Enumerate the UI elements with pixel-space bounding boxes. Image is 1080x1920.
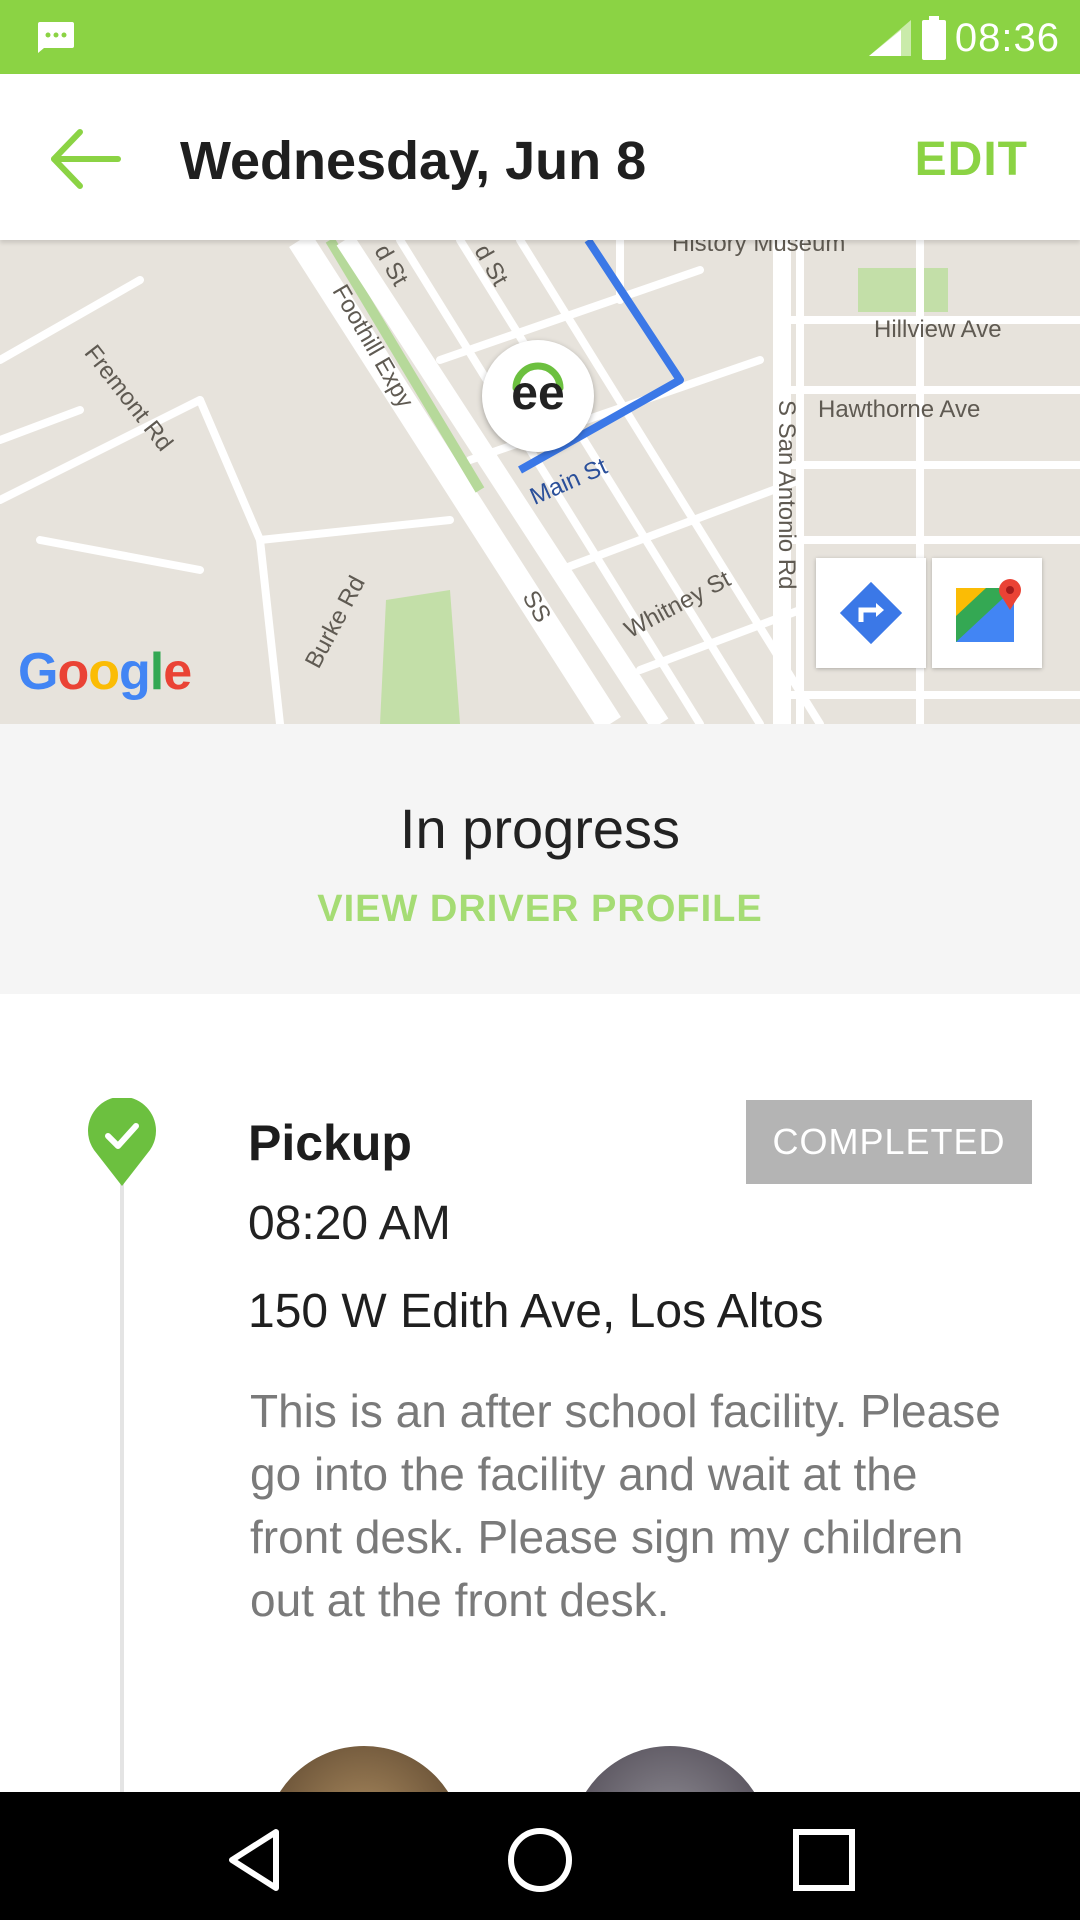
edit-button[interactable]: EDIT	[915, 132, 1028, 187]
stop-address[interactable]: 150 W Edith Ave, Los Altos	[248, 1284, 823, 1339]
system-nav-bar	[0, 1792, 1080, 1920]
message-icon	[38, 22, 74, 53]
page-title: Wednesday, Jun 8	[180, 131, 647, 191]
battery-icon	[921, 16, 946, 60]
clock: 08:36	[954, 15, 1060, 60]
timeline-line	[120, 1180, 124, 1800]
map-label: Hawthorne Ave	[818, 396, 981, 423]
status-badge: COMPLETED	[746, 1100, 1032, 1184]
google-logo: Google	[18, 643, 192, 701]
directions-button[interactable]	[816, 558, 926, 668]
nav-home-icon[interactable]	[500, 1820, 580, 1900]
signal-icon	[868, 20, 911, 56]
screen: 08:36 Wednesday, Jun 8 EDIT History Muse…	[0, 0, 1080, 1920]
trip-status-text: In progress	[399, 797, 681, 860]
app-bar: Wednesday, Jun 8 EDIT	[0, 74, 1080, 240]
check-pin-icon	[88, 1098, 156, 1186]
arrow-back-icon[interactable]	[40, 114, 130, 204]
stop-note: This is an after school facility. Please…	[250, 1385, 1001, 1626]
stop-time: 08:20 AM	[248, 1197, 451, 1250]
status-bar: 08:36	[0, 0, 1080, 74]
directions-icon	[839, 581, 903, 645]
marker-logo-text: ee	[511, 367, 565, 420]
map-view[interactable]: History Museum Hillview Ave Hawthorne Av…	[0, 240, 1080, 724]
nav-recents-icon[interactable]	[784, 1820, 864, 1900]
map-label: S San Antonio Rd	[773, 400, 800, 590]
status-bar-right: 08:36	[867, 10, 1060, 66]
trip-status-panel: In progress VIEW DRIVER PROFILE	[0, 724, 1080, 994]
stop-title: Pickup	[248, 1115, 412, 1171]
driver-marker[interactable]: ee	[482, 340, 594, 452]
map-label: History Museum	[672, 240, 846, 257]
map-label: Hillview Ave	[874, 316, 1002, 343]
nav-back-icon[interactable]	[218, 1820, 298, 1900]
google-maps-icon	[956, 579, 1021, 642]
open-google-maps-button[interactable]	[932, 558, 1042, 668]
view-driver-profile-link[interactable]: VIEW DRIVER PROFILE	[0, 888, 1080, 931]
